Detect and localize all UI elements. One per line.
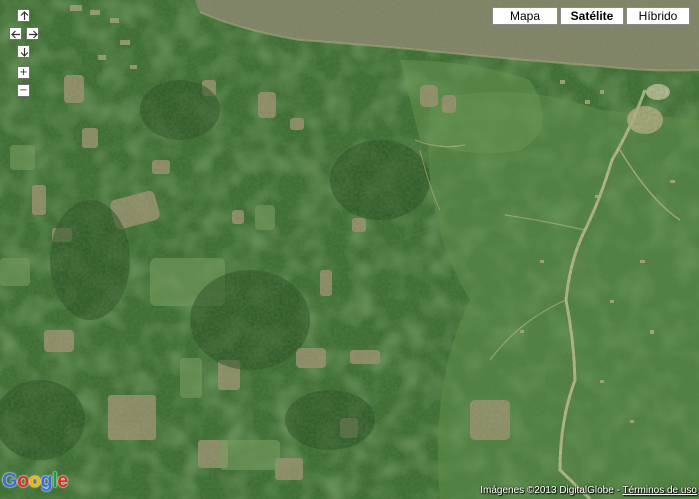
zoom-in-button[interactable]: +: [17, 66, 30, 79]
logo-letter: o: [17, 470, 29, 492]
down-arrow-icon: [20, 48, 29, 57]
map-type-hybrid-button[interactable]: Híbrido: [626, 7, 690, 25]
logo-letter: G: [2, 470, 18, 492]
map-type-control: Mapa Satélite Híbrido: [492, 7, 690, 25]
pan-up-button[interactable]: [17, 9, 30, 22]
logo-letter: o: [28, 470, 41, 492]
up-arrow-icon: [20, 11, 29, 20]
terms-of-use-link[interactable]: Términos de uso: [623, 485, 697, 496]
satellite-imagery: [0, 0, 699, 499]
pan-right-button[interactable]: [26, 27, 39, 40]
satellite-map[interactable]: [0, 0, 699, 499]
pan-left-button[interactable]: [9, 27, 22, 40]
right-arrow-icon: [29, 30, 38, 39]
pan-down-button[interactable]: [17, 45, 30, 58]
logo-letter: e: [57, 470, 68, 492]
logo-letter: g: [40, 470, 53, 492]
map-type-mapa-button[interactable]: Mapa: [492, 7, 558, 25]
google-logo[interactable]: Google: [2, 470, 68, 493]
attribution: Imágenes ©2013 DigitalGlobe - Términos d…: [480, 485, 697, 496]
imagery-credit: Imágenes ©2013 DigitalGlobe -: [480, 485, 620, 496]
left-arrow-icon: [11, 30, 20, 39]
map-type-satellite-button[interactable]: Satélite: [560, 7, 624, 25]
zoom-out-button[interactable]: −: [17, 84, 30, 97]
